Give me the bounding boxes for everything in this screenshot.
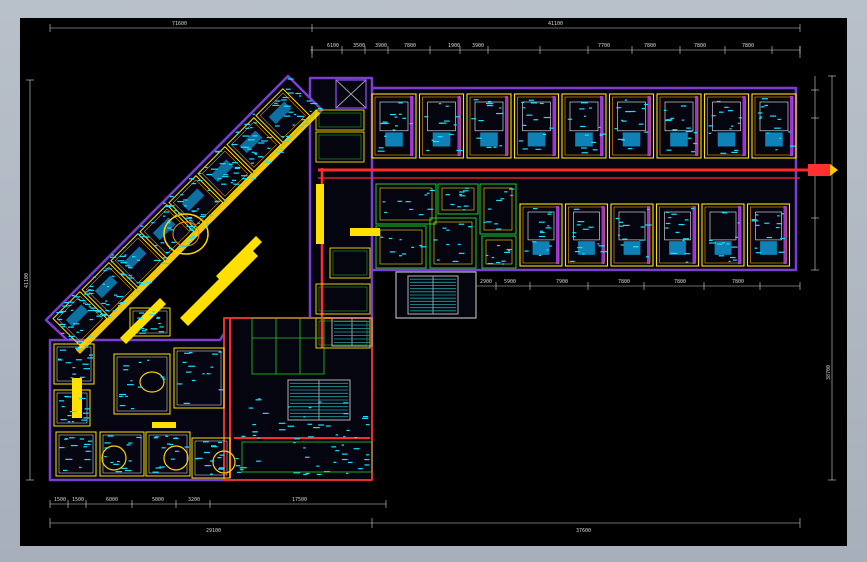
dim-right-overall: 38700 [826,365,832,380]
dim-top-8: 7800 [644,43,656,49]
dim-top-1: 6100 [327,43,339,49]
dim-mid-1: 2900 [480,279,492,285]
dim-top-10: 7800 [742,43,754,49]
bottom-segment-dims: 1500 1500 6000 5000 3200 17500 [54,497,307,503]
dim-overall-left: 71600 [172,21,187,27]
dim-mid-3: 7900 [556,279,568,285]
dim-top-7: 7700 [598,43,610,49]
dim-top-6: 3900 [472,43,484,49]
dim-overall-right: 41100 [548,21,563,27]
dim-bot-2: 1500 [72,497,84,503]
dim-mid-5: 7800 [674,279,686,285]
floor-plan-drawing: 71600 41100 6100 3500 3900 7800 1900 390… [24,21,838,534]
dim-bot-3: 6000 [106,497,118,503]
dim-bottom-left: 29100 [206,528,221,534]
dim-top-2: 3500 [353,43,365,49]
mid-segment-dims: 2900 5900 7900 7800 7800 7800 [480,279,744,285]
corridor-exit-icon [808,164,838,176]
dim-bot-6: 17500 [292,497,307,503]
dim-top-4: 7800 [404,43,416,49]
dim-top-3: 3900 [375,43,387,49]
dim-top-9: 7800 [694,43,706,49]
dim-mid-6: 7800 [732,279,744,285]
dim-top-5: 1900 [448,43,460,49]
dim-bot-4: 5000 [152,497,164,503]
dim-mid-4: 7800 [618,279,630,285]
dim-left-overall: 41100 [24,273,30,288]
dim-mid-2: 5900 [504,279,516,285]
dim-bottom-right: 37600 [576,528,591,534]
dim-bot-1: 1500 [54,497,66,503]
dim-bot-5: 3200 [188,497,200,503]
top-segment-dims: 6100 3500 3900 7800 1900 3900 7700 7800 … [327,43,754,49]
cad-viewport[interactable]: 71600 41100 6100 3500 3900 7800 1900 390… [20,18,847,546]
